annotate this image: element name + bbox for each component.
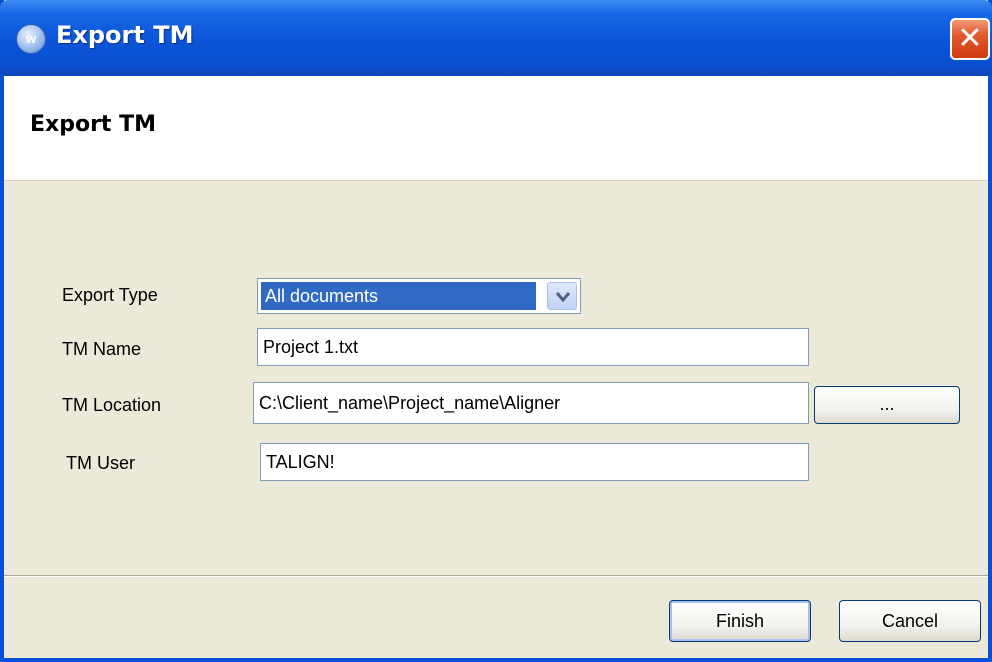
finish-button[interactable]: Finish [669, 600, 811, 642]
footer-divider [4, 575, 988, 577]
export-type-select[interactable]: All documents [257, 278, 581, 314]
export-type-selected-value: All documents [261, 282, 536, 310]
tm-name-input[interactable]: Project 1.txt [257, 328, 809, 366]
dialog-header: Export TM [4, 76, 988, 181]
tm-location-label: TM Location [62, 395, 162, 415]
tm-name-label: TM Name [62, 339, 142, 359]
cancel-button[interactable]: Cancel [839, 600, 981, 642]
page-title: Export TM [30, 112, 157, 137]
tm-user-input[interactable]: TALIGN! [260, 443, 809, 481]
window-title: Export TM [56, 21, 194, 49]
title-bar[interactable]: w Export TM ✕ [0, 0, 992, 76]
app-logo-icon: w [16, 24, 46, 54]
chevron-down-icon [556, 292, 570, 303]
close-button[interactable]: ✕ [950, 18, 990, 60]
export-type-label: Export Type [62, 285, 158, 305]
browse-button[interactable]: ... [814, 386, 960, 424]
export-tm-dialog: w Export TM ✕ Export TM Export Type All … [0, 0, 992, 662]
tm-location-input[interactable]: C:\Client_name\Project_name\Aligner [253, 382, 809, 424]
tm-user-label: TM User [66, 453, 135, 473]
dropdown-button[interactable] [547, 282, 577, 310]
close-icon: ✕ [957, 21, 983, 56]
